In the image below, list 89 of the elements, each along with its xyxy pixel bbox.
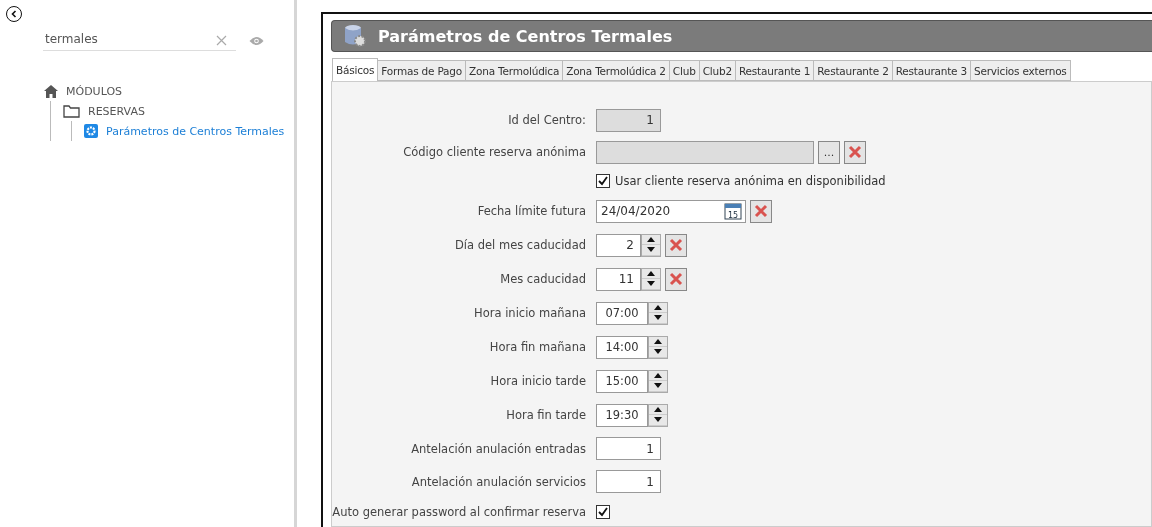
tree-node[interactable]: MÓDULOS (66, 84, 123, 98)
input-field[interactable]: 1 (596, 108, 661, 132)
input-field[interactable]: 11 (596, 267, 641, 291)
clear-icon (669, 238, 683, 252)
down-button[interactable] (642, 245, 660, 256)
back-button[interactable] (6, 6, 22, 22)
down-button[interactable] (649, 347, 667, 358)
tab[interactable]: Restaurante 1 (734, 60, 815, 81)
checkbox[interactable] (596, 174, 610, 188)
tab[interactable]: Club (668, 60, 700, 81)
clear-button[interactable] (665, 267, 687, 291)
date-field[interactable]: 24/04/2020 15 (596, 199, 746, 223)
field-label: Auto generar password al confirmar reserva (332, 505, 587, 519)
folder-icon (63, 104, 80, 118)
field-label: Mes caducidad (499, 272, 587, 286)
chevron-left-icon (10, 10, 18, 18)
clear-icon (754, 204, 768, 218)
spinner[interactable] (641, 267, 661, 291)
clear-icon (848, 145, 862, 159)
down-button[interactable] (649, 415, 667, 426)
up-triangle-icon (654, 304, 662, 310)
down-triangle-icon (654, 383, 662, 389)
field-label: Hora inicio tarde (489, 374, 587, 388)
spinner[interactable] (648, 369, 668, 393)
checkbox-label: Usar cliente reserva anónima en disponibilidad (615, 174, 886, 188)
tab[interactable]: Servicios externos (970, 60, 1071, 81)
down-triangle-icon (647, 281, 655, 287)
down-triangle-icon (647, 247, 655, 253)
up-button[interactable] (642, 268, 660, 279)
window-title: Parámetros de Centros Termales (378, 26, 673, 46)
tree-node[interactable]: RESERVAS (88, 104, 145, 118)
field-label: Antelación anulación servicios (410, 474, 587, 489)
input-field[interactable] (596, 140, 814, 164)
down-triangle-icon (654, 417, 662, 423)
spinner[interactable] (648, 301, 668, 325)
tab[interactable]: Restaurante 2 (813, 60, 893, 81)
database-gear-icon (344, 24, 366, 48)
up-button[interactable] (642, 234, 660, 245)
down-button[interactable] (649, 381, 667, 392)
up-triangle-icon (654, 406, 662, 412)
tab[interactable]: Formas de Pago (377, 60, 467, 81)
home-icon (44, 84, 58, 98)
search-field[interactable]: termales (43, 30, 236, 51)
time-field[interactable]: 14:00 (596, 335, 648, 359)
clear-icon (669, 272, 683, 286)
field-label: Fecha límite futura (476, 204, 587, 218)
up-button[interactable] (649, 404, 667, 415)
spinner[interactable] (648, 403, 668, 427)
calendar-day: 15 (727, 210, 739, 220)
time-field[interactable]: 19:30 (596, 403, 648, 427)
gear-icon (84, 124, 98, 138)
tab[interactable]: Zona Termolúdica 2 (562, 60, 670, 81)
input-field[interactable]: 2 (596, 233, 641, 257)
field-label: Antelación anulación entradas (410, 441, 587, 456)
spinner[interactable] (641, 233, 661, 257)
time-field[interactable]: 07:00 (596, 301, 648, 325)
calendar-icon[interactable]: 15 (724, 202, 742, 220)
clear-button[interactable] (844, 140, 866, 164)
field-label: Hora inicio mañana (473, 306, 587, 320)
down-triangle-icon (654, 315, 662, 321)
down-button[interactable] (649, 313, 667, 324)
down-triangle-icon (654, 349, 662, 355)
tab[interactable]: Zona Termolúdica (465, 60, 564, 81)
up-button[interactable] (649, 302, 667, 313)
field-label: Hora fin mañana (488, 340, 587, 354)
time-field[interactable]: 15:00 (596, 369, 648, 393)
field-label: Hora fin tarde (505, 408, 587, 422)
clear-button[interactable] (665, 233, 687, 257)
up-triangle-icon (647, 270, 655, 276)
checkbox[interactable] (596, 505, 610, 519)
spinner[interactable] (648, 335, 668, 359)
up-triangle-icon (647, 236, 655, 242)
up-triangle-icon (654, 372, 662, 378)
down-button[interactable] (642, 279, 660, 290)
clear-button[interactable] (750, 199, 772, 223)
tab[interactable]: Club2 (698, 60, 736, 81)
tab[interactable]: Básicos (332, 58, 379, 81)
input-field[interactable]: 1 (596, 437, 661, 460)
field-label: Código cliente reserva anónima (402, 145, 587, 159)
tree-item[interactable]: Parámetros de Centros Termales (106, 124, 285, 138)
browse-button[interactable]: ... (818, 140, 840, 164)
input-field[interactable]: 1 (596, 470, 661, 493)
up-button[interactable] (649, 370, 667, 381)
tab[interactable]: Restaurante 3 (891, 60, 971, 81)
up-button[interactable] (649, 336, 667, 347)
field-label: Día del mes caducidad (453, 238, 587, 252)
date-value: 24/04/2020 (601, 204, 671, 218)
field-label: Id del Centro: (507, 113, 587, 127)
up-triangle-icon (654, 338, 662, 344)
